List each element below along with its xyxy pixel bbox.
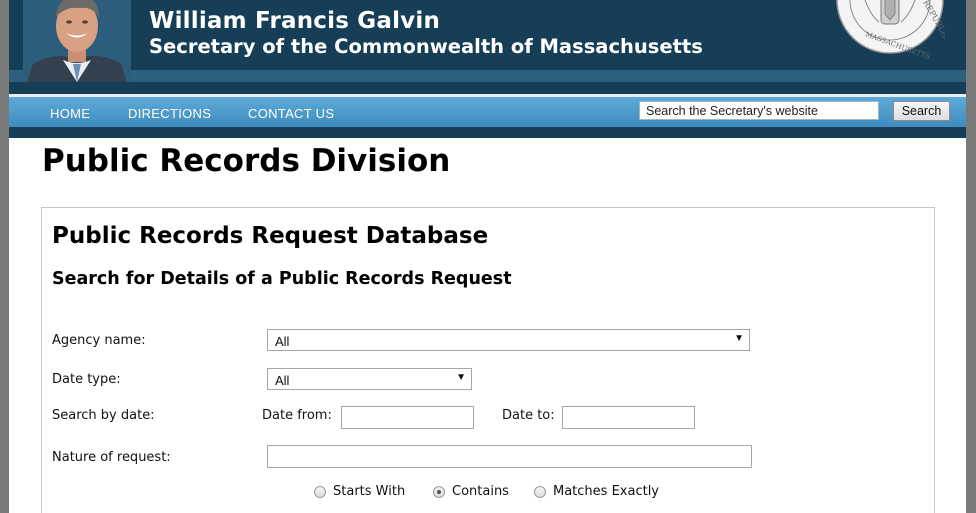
date-type-select[interactable]: All ▼ <box>267 368 472 390</box>
radio-starts-with[interactable]: Starts With <box>314 484 405 499</box>
radio-button-icon[interactable] <box>314 485 326 498</box>
massachusetts-seal-icon: REPUBLICA MASSACHUSETTS <box>836 0 945 61</box>
radio-matches-exactly[interactable]: Matches Exactly <box>534 484 659 499</box>
date-type-label: Date type: <box>52 372 121 387</box>
page: William Francis Galvin Secretary of the … <box>9 0 966 513</box>
agency-label: Agency name: <box>52 333 146 348</box>
radio-starts-with-label: Starts With <box>333 484 406 499</box>
nav-bar: HOME DIRECTIONS CONTACT US Search <box>9 97 966 127</box>
agency-select-value: All <box>275 334 290 349</box>
agency-select[interactable]: All ▼ <box>267 329 750 351</box>
nav-home-link[interactable]: HOME <box>50 106 90 121</box>
match-type-radio-group: Starts With Contains Matches Exactly <box>42 484 936 500</box>
date-to-label: Date to: <box>502 408 555 423</box>
date-to-input[interactable] <box>562 406 695 429</box>
radio-contains[interactable]: Contains <box>433 484 509 499</box>
portrait-image <box>23 0 131 82</box>
radio-button-selected-icon[interactable] <box>433 485 445 498</box>
page-title: Public Records Division <box>42 143 451 179</box>
dropdown-arrow-icon: ▼ <box>456 372 466 383</box>
nature-label: Nature of request: <box>52 450 171 465</box>
nav-bottom-band <box>9 127 966 138</box>
search-panel: Public Records Request Database Search f… <box>41 207 935 513</box>
site-search-input[interactable] <box>639 101 879 120</box>
banner-stripe <box>9 70 966 82</box>
date-from-label: Date from: <box>262 408 332 423</box>
secretary-portrait <box>23 0 131 82</box>
radio-matches-exactly-label: Matches Exactly <box>553 484 659 499</box>
date-type-select-value: All <box>275 373 290 388</box>
header-name: William Francis Galvin <box>149 8 441 34</box>
date-from-input[interactable] <box>341 406 474 429</box>
radio-contains-label: Contains <box>452 484 509 499</box>
nav-contact-link[interactable]: CONTACT US <box>248 106 334 121</box>
dropdown-arrow-icon: ▼ <box>734 333 744 344</box>
header-office: Secretary of the Commonwealth of Massach… <box>149 35 703 58</box>
panel-subtitle: Search for Details of a Public Records R… <box>52 269 512 289</box>
site-search-button[interactable]: Search <box>893 101 950 121</box>
nav-directions-link[interactable]: DIRECTIONS <box>128 106 211 121</box>
search-by-date-label: Search by date: <box>52 408 155 423</box>
nature-input[interactable] <box>267 445 752 468</box>
header-banner: William Francis Galvin Secretary of the … <box>9 0 966 94</box>
panel-title: Public Records Request Database <box>52 223 489 249</box>
radio-button-icon[interactable] <box>534 485 546 498</box>
